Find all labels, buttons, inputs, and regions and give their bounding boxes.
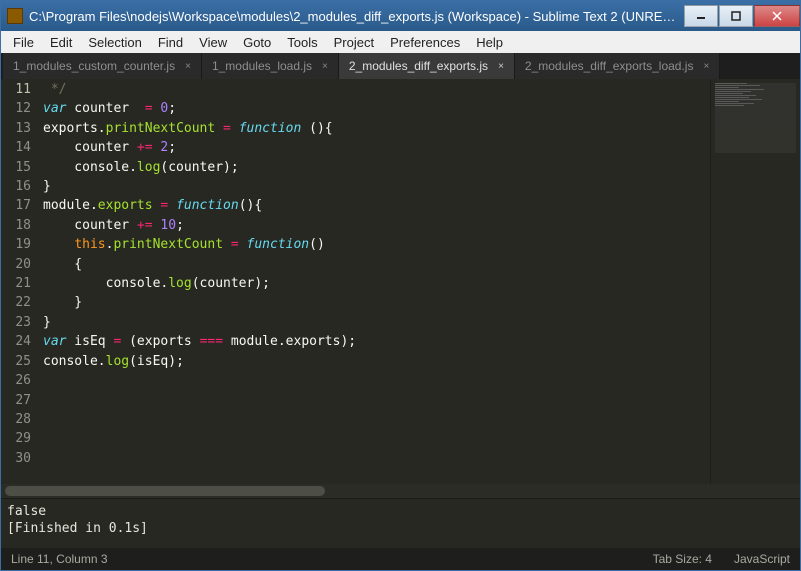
close-icon[interactable]: × (703, 61, 709, 72)
output-line: false (7, 503, 794, 520)
minimize-button[interactable] (684, 5, 718, 27)
editor[interactable]: 1112131415161718192021222324252627282930… (1, 79, 800, 484)
tab-file-3[interactable]: 2_modules_diff_exports.js × (339, 53, 515, 79)
menu-edit[interactable]: Edit (42, 33, 80, 52)
menu-help[interactable]: Help (468, 33, 511, 52)
tab-label: 1_modules_custom_counter.js (13, 59, 175, 73)
minimap-viewport (715, 83, 796, 153)
close-icon[interactable]: × (185, 61, 191, 72)
build-output-panel[interactable]: false [Finished in 0.1s] (1, 498, 800, 548)
code-area[interactable]: */var counter = 0;exports.printNextCount… (43, 79, 710, 484)
tab-label: 2_modules_diff_exports.js (349, 59, 488, 73)
menu-goto[interactable]: Goto (235, 33, 279, 52)
status-cursor-pos[interactable]: Line 11, Column 3 (11, 552, 108, 566)
tab-file-4[interactable]: 2_modules_diff_exports_load.js × (515, 53, 720, 79)
minimap[interactable] (710, 79, 800, 484)
close-icon[interactable]: × (322, 61, 328, 72)
menu-preferences[interactable]: Preferences (382, 33, 468, 52)
status-language[interactable]: JavaScript (734, 552, 790, 566)
horizontal-scrollbar[interactable] (1, 484, 800, 498)
scrollbar-thumb[interactable] (5, 486, 325, 496)
app-icon (7, 8, 23, 24)
window-controls (683, 5, 800, 27)
menu-bar: File Edit Selection Find View Goto Tools… (1, 31, 800, 53)
maximize-button[interactable] (719, 5, 753, 27)
menu-tools[interactable]: Tools (279, 33, 325, 52)
close-icon[interactable]: × (498, 61, 504, 72)
close-button[interactable] (754, 5, 800, 27)
tab-label: 2_modules_diff_exports_load.js (525, 59, 694, 73)
tab-file-2[interactable]: 1_modules_load.js × (202, 53, 339, 79)
editor-container: 1112131415161718192021222324252627282930… (1, 79, 800, 548)
status-tab-size[interactable]: Tab Size: 4 (653, 552, 712, 566)
titlebar[interactable]: C:\Program Files\nodejs\Workspace\module… (1, 1, 800, 31)
tab-label: 1_modules_load.js (212, 59, 312, 73)
tab-row: 1_modules_custom_counter.js × 1_modules_l… (1, 53, 800, 79)
menu-selection[interactable]: Selection (80, 33, 149, 52)
menu-find[interactable]: Find (150, 33, 191, 52)
menu-project[interactable]: Project (326, 33, 382, 52)
tab-file-1[interactable]: 1_modules_custom_counter.js × (3, 53, 202, 79)
window-title: C:\Program Files\nodejs\Workspace\module… (29, 9, 683, 24)
app-window: C:\Program Files\nodejs\Workspace\module… (0, 0, 801, 571)
line-gutter[interactable]: 1112131415161718192021222324252627282930 (1, 79, 43, 484)
menu-file[interactable]: File (5, 33, 42, 52)
status-bar: Line 11, Column 3 Tab Size: 4 JavaScript (1, 548, 800, 570)
output-line: [Finished in 0.1s] (7, 520, 794, 537)
menu-view[interactable]: View (191, 33, 235, 52)
